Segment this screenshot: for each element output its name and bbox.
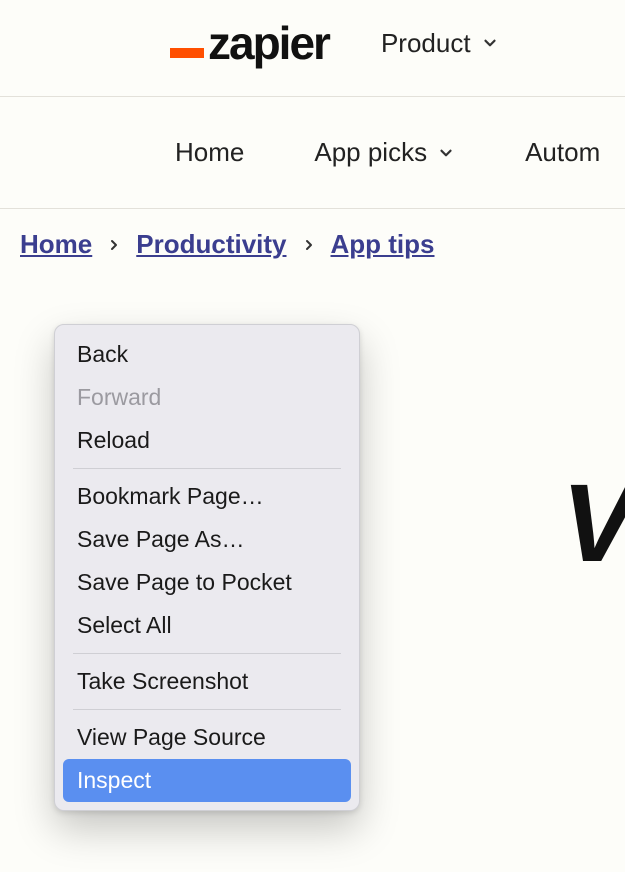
zapier-logo[interactable]: zapier [170, 20, 329, 66]
context-menu-item-save-page-as[interactable]: Save Page As… [63, 518, 351, 561]
product-label: Product [381, 28, 471, 59]
breadcrumb-app-tips[interactable]: App tips [331, 229, 435, 260]
chevron-down-icon [437, 144, 455, 162]
subnav-app-picks[interactable]: App picks [314, 137, 455, 168]
subnav-autom-label: Autom [525, 137, 600, 168]
context-menu-item-back[interactable]: Back [63, 333, 351, 376]
top-bar: zapier Product [0, 0, 625, 96]
logo-text: zapier [208, 20, 329, 66]
context-menu-item-bookmark-page[interactable]: Bookmark Page… [63, 475, 351, 518]
breadcrumb-productivity[interactable]: Productivity [136, 229, 286, 260]
subnav-home[interactable]: Home [175, 137, 244, 168]
subnav-autom[interactable]: Autom [525, 137, 600, 168]
breadcrumb: Home Productivity App tips [0, 209, 625, 260]
context-menu-item-reload[interactable]: Reload [63, 419, 351, 462]
breadcrumb-home[interactable]: Home [20, 229, 92, 260]
chevron-right-icon [106, 237, 122, 253]
headline-fragment: V [562, 460, 625, 587]
subnav-home-label: Home [175, 137, 244, 168]
context-menu-separator [73, 468, 341, 469]
context-menu-item-select-all[interactable]: Select All [63, 604, 351, 647]
context-menu-item-inspect[interactable]: Inspect [63, 759, 351, 802]
context-menu-item-view-page-source[interactable]: View Page Source [63, 716, 351, 759]
logo-underscore-icon [170, 48, 204, 58]
context-menu: BackForwardReloadBookmark Page…Save Page… [54, 324, 360, 811]
product-menu[interactable]: Product [381, 28, 499, 59]
context-menu-item-forward: Forward [63, 376, 351, 419]
subnav-app-picks-label: App picks [314, 137, 427, 168]
sub-nav: Home App picks Autom [0, 97, 625, 208]
chevron-right-icon [301, 237, 317, 253]
context-menu-separator [73, 653, 341, 654]
context-menu-item-save-page-to-pocket[interactable]: Save Page to Pocket [63, 561, 351, 604]
chevron-down-icon [481, 34, 499, 52]
context-menu-item-take-screenshot[interactable]: Take Screenshot [63, 660, 351, 703]
context-menu-separator [73, 709, 341, 710]
